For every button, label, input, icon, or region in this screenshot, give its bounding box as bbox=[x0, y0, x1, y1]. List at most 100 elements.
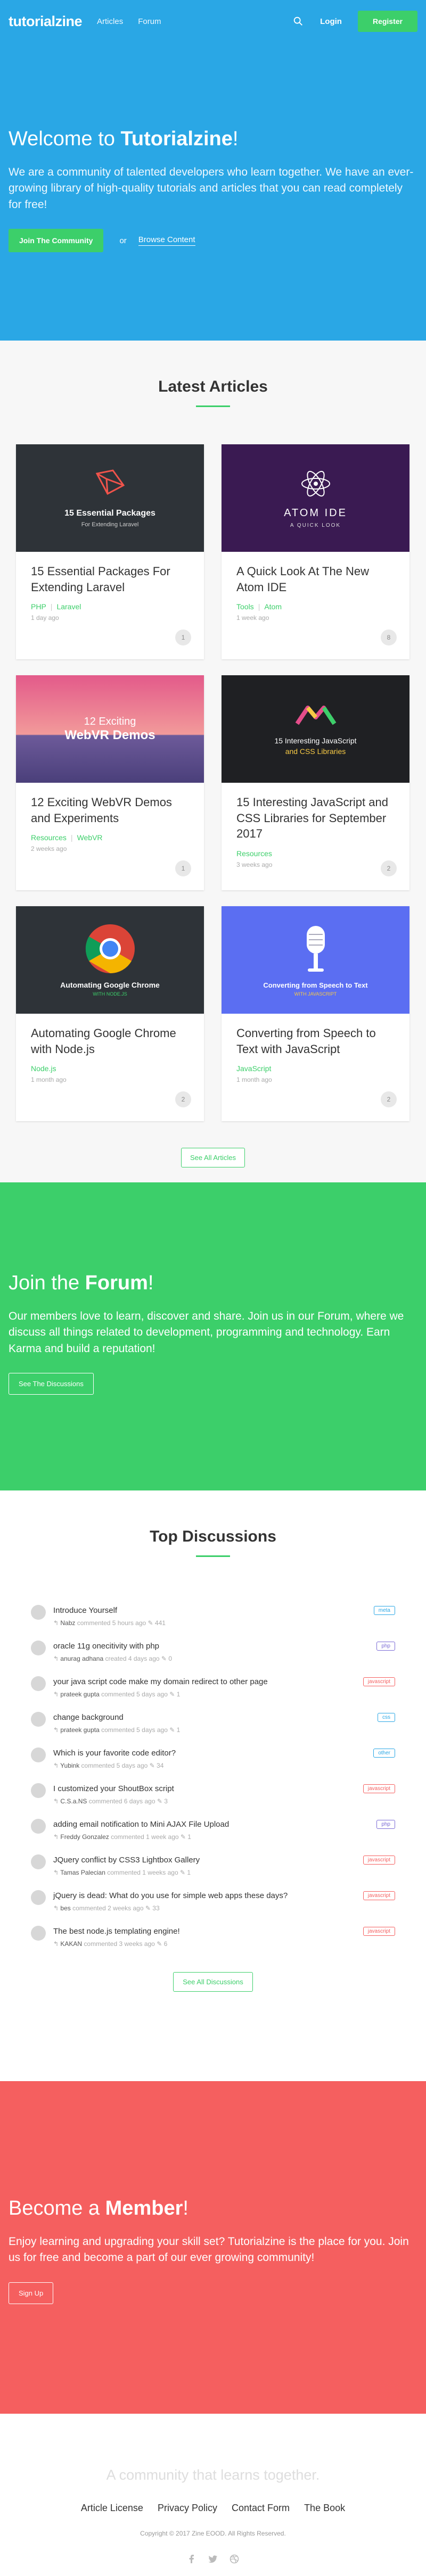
category-badge[interactable]: meta bbox=[373, 1606, 395, 1615]
avatar[interactable] bbox=[31, 1926, 46, 1941]
footer-link-contact-form[interactable]: Contact Form bbox=[232, 2503, 290, 2513]
see-all-discussions-button[interactable]: See All Discussions bbox=[173, 1972, 253, 1992]
article-title[interactable]: A Quick Look At The New Atom IDE bbox=[236, 564, 395, 595]
tag-link[interactable]: Resources bbox=[31, 833, 67, 842]
avatar[interactable] bbox=[31, 1641, 46, 1655]
discussion-item[interactable]: your java script code make my domain red… bbox=[31, 1676, 395, 1712]
category-badge[interactable]: css bbox=[378, 1713, 395, 1722]
discussion-title[interactable]: your java script code make my domain red… bbox=[53, 1677, 268, 1686]
browse-content-link[interactable]: Browse Content bbox=[138, 235, 195, 246]
see-discussions-button[interactable]: See The Discussions bbox=[9, 1373, 94, 1395]
sign-up-button[interactable]: Sign Up bbox=[9, 2282, 54, 2304]
avatar[interactable] bbox=[31, 1854, 46, 1869]
discussion-item[interactable]: JQuery conflict by CSS3 Lightbox Gallery… bbox=[31, 1854, 395, 1890]
twitter-icon[interactable] bbox=[208, 2554, 218, 2566]
article-card[interactable]: 15 Essential Packages For Extending Lara… bbox=[16, 444, 204, 659]
discussion-user[interactable]: prateek gupta bbox=[60, 1726, 99, 1734]
discussion-title[interactable]: oracle 11g onecitivity with php bbox=[53, 1642, 172, 1651]
thumb-line1: 15 Essential Packages bbox=[64, 509, 155, 518]
search-icon[interactable] bbox=[292, 15, 304, 27]
category-badge[interactable]: other bbox=[373, 1749, 395, 1758]
category-badge[interactable]: php bbox=[376, 1642, 395, 1651]
discussion-title[interactable]: Introduce Yourself bbox=[53, 1606, 166, 1615]
article-card[interactable]: 12 Exciting WebVR Demos 12 Exciting WebV… bbox=[16, 675, 204, 890]
article-card[interactable]: Automating Google Chrome WITH NODE.JS Au… bbox=[16, 906, 204, 1121]
discussion-user[interactable]: Yubink bbox=[60, 1762, 79, 1769]
tag-link[interactable]: Laravel bbox=[56, 602, 81, 611]
hero-section: tutorialzine Articles Forum Login Regist… bbox=[0, 0, 426, 341]
tag-link[interactable]: Atom bbox=[264, 602, 282, 611]
avatar[interactable] bbox=[31, 1783, 46, 1798]
discussion-user[interactable]: prateek gupta bbox=[60, 1691, 99, 1698]
discussion-time: 1 weeks ago bbox=[142, 1869, 178, 1876]
category-badge[interactable]: php bbox=[376, 1820, 395, 1829]
discussion-user[interactable]: bes bbox=[60, 1904, 70, 1912]
comment-count-badge: 2 bbox=[175, 1091, 191, 1107]
category-badge[interactable]: javascript bbox=[363, 1784, 395, 1793]
discussion-user[interactable]: Freddy Gonzalez bbox=[60, 1833, 109, 1841]
discussion-user[interactable]: Tamas Palecian bbox=[60, 1869, 105, 1876]
join-community-button[interactable]: Join The Community bbox=[9, 229, 104, 253]
discussion-user[interactable]: C.S.a.NS bbox=[60, 1798, 87, 1805]
category-badge[interactable]: javascript bbox=[363, 1891, 395, 1900]
discussion-user[interactable]: anurag adhana bbox=[60, 1655, 103, 1662]
discussion-action: created bbox=[105, 1655, 127, 1662]
discussion-title[interactable]: Which is your favorite code editor? bbox=[53, 1749, 176, 1758]
discussion-item[interactable]: Which is your favorite code editor? ↰ Yub… bbox=[31, 1747, 395, 1783]
article-card[interactable]: 15 Interesting JavaScript and CSS Librar… bbox=[222, 675, 409, 890]
see-all-articles-button[interactable]: See All Articles bbox=[181, 1148, 245, 1167]
discussion-title[interactable]: The best node.js templating engine! bbox=[53, 1927, 180, 1936]
dribbble-icon[interactable] bbox=[230, 2554, 239, 2566]
avatar[interactable] bbox=[31, 1890, 46, 1905]
footer-link-privacy-policy[interactable]: Privacy Policy bbox=[158, 2503, 217, 2513]
avatar[interactable] bbox=[31, 1747, 46, 1762]
article-card[interactable]: ATOM IDE A QUICK LOOK A Quick Look At Th… bbox=[222, 444, 409, 659]
tag-link[interactable]: JavaScript bbox=[236, 1064, 271, 1073]
category-badge[interactable]: javascript bbox=[363, 1677, 395, 1686]
category-badge[interactable]: javascript bbox=[363, 1856, 395, 1865]
brand-logo[interactable]: tutorialzine bbox=[9, 13, 83, 30]
tag-link[interactable]: WebVR bbox=[77, 833, 103, 842]
tag-link[interactable]: Node.js bbox=[31, 1064, 56, 1073]
category-badge[interactable]: javascript bbox=[363, 1927, 395, 1936]
login-link[interactable]: Login bbox=[320, 17, 342, 26]
discussion-user[interactable]: KAKAN bbox=[60, 1940, 82, 1948]
avatar[interactable] bbox=[31, 1676, 46, 1691]
reply-icon: ↰ bbox=[53, 1726, 61, 1734]
tag-link[interactable]: Resources bbox=[236, 849, 272, 858]
article-title[interactable]: 15 Interesting JavaScript and CSS Librar… bbox=[236, 794, 395, 842]
discussion-item[interactable]: change background ↰ prateek gupta comment… bbox=[31, 1712, 395, 1747]
nav-link-articles[interactable]: Articles bbox=[97, 17, 123, 26]
article-title[interactable]: 15 Essential Packages For Extending Lara… bbox=[31, 564, 189, 595]
discussion-user[interactable]: Nabz bbox=[60, 1619, 75, 1627]
article-title[interactable]: 12 Exciting WebVR Demos and Experiments bbox=[31, 794, 189, 826]
facebook-icon[interactable] bbox=[187, 2554, 196, 2566]
discussion-item[interactable]: adding email notification to Mini AJAX F… bbox=[31, 1819, 395, 1854]
register-button[interactable]: Register bbox=[357, 11, 417, 32]
discussion-time: 5 days ago bbox=[116, 1762, 148, 1769]
discussion-count: 33 bbox=[152, 1904, 160, 1912]
discussion-item[interactable]: Introduce Yourself ↰ Nabz commented 5 hou… bbox=[31, 1605, 395, 1641]
nav-link-forum[interactable]: Forum bbox=[138, 17, 161, 26]
avatar[interactable] bbox=[31, 1605, 46, 1620]
discussion-title[interactable]: I customized your ShoutBox script bbox=[53, 1784, 174, 1793]
discussion-item[interactable]: The best node.js templating engine! ↰ KAK… bbox=[31, 1926, 395, 1961]
discussion-item[interactable]: oracle 11g onecitivity with php ↰ anurag … bbox=[31, 1641, 395, 1676]
discussion-item[interactable]: jQuery is dead: What do you use for simp… bbox=[31, 1890, 395, 1926]
discussion-meta: ↰ prateek gupta commented 5 days ago ✎ 1 bbox=[53, 1691, 268, 1698]
discussion-title[interactable]: change background bbox=[53, 1713, 180, 1722]
discussion-title[interactable]: adding email notification to Mini AJAX F… bbox=[53, 1820, 229, 1829]
tag-link[interactable]: Tools bbox=[236, 602, 254, 611]
avatar[interactable] bbox=[31, 1819, 46, 1834]
article-title[interactable]: Automating Google Chrome with Node.js bbox=[31, 1025, 189, 1057]
discussion-time: 2 weeks ago bbox=[108, 1904, 144, 1912]
article-card[interactable]: Converting from Speech to Text WITH JAVA… bbox=[222, 906, 409, 1121]
discussion-item[interactable]: I customized your ShoutBox script ↰ C.S.a… bbox=[31, 1783, 395, 1819]
discussion-title[interactable]: JQuery conflict by CSS3 Lightbox Gallery bbox=[53, 1856, 200, 1865]
tag-link[interactable]: PHP bbox=[31, 602, 46, 611]
footer-link-the-book[interactable]: The Book bbox=[304, 2503, 345, 2513]
avatar[interactable] bbox=[31, 1712, 46, 1727]
discussion-title[interactable]: jQuery is dead: What do you use for simp… bbox=[53, 1891, 288, 1900]
article-title[interactable]: Converting from Speech to Text with Java… bbox=[236, 1025, 395, 1057]
footer-link-article-license[interactable]: Article License bbox=[81, 2503, 143, 2513]
